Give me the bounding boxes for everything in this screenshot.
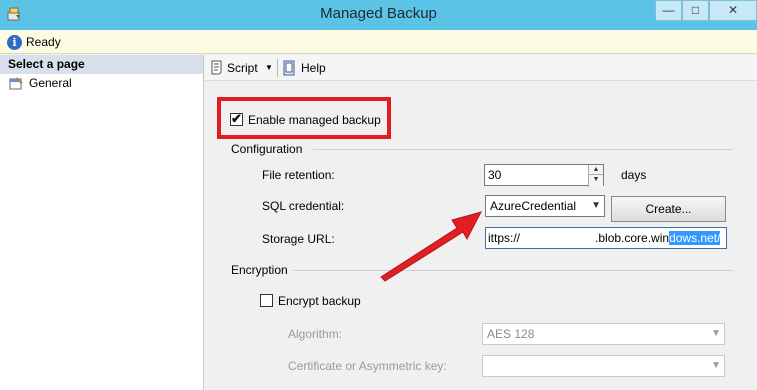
algorithm-value: AES 128	[487, 327, 535, 341]
help-book-icon	[283, 60, 295, 76]
storage-url-middle: .blob.core.win	[595, 231, 670, 245]
chevron-down-icon: ▼	[591, 200, 601, 211]
sql-credential-label: SQL credential:	[262, 199, 345, 213]
page-item-general[interactable]: General	[0, 74, 203, 92]
title-bar: Managed Backup — □ ✕	[0, 0, 757, 30]
toolbar-separator	[277, 59, 278, 77]
script-label: Script	[227, 61, 258, 75]
status-text: Ready	[26, 35, 61, 49]
file-retention-input[interactable]: 30 ▲ ▼	[484, 164, 604, 187]
create-credential-button[interactable]: Create...	[611, 196, 726, 222]
file-retention-unit: days	[621, 168, 647, 182]
certificate-label: Certificate or Asymmetric key:	[288, 359, 447, 373]
enable-managed-backup-checkbox[interactable]: ✔	[230, 111, 243, 126]
storage-url-start: ittps://	[488, 231, 521, 245]
window-title: Managed Backup	[320, 5, 437, 22]
algorithm-select[interactable]: AES 128 ▼	[482, 323, 725, 345]
spin-down-icon[interactable]: ▼	[589, 175, 603, 185]
storage-url-label: Storage URL:	[262, 232, 335, 246]
configuration-divider	[313, 149, 733, 150]
general-page-content: ✔ Enable managed backup Configuration Fi…	[205, 82, 757, 390]
storage-url-selected-text: dows.net/	[669, 231, 721, 245]
chevron-down-icon: ▼	[711, 328, 721, 339]
file-retention-value: 30	[488, 168, 502, 182]
help-button[interactable]: Help	[283, 59, 326, 77]
select-page-header: Select a page	[0, 55, 203, 74]
certificate-select[interactable]: ▼	[482, 355, 725, 377]
close-button[interactable]: ✕	[709, 0, 757, 21]
script-dropdown-icon[interactable]: ▼	[265, 59, 273, 77]
file-retention-spinner[interactable]: ▲ ▼	[588, 165, 603, 187]
sql-credential-value: AzureCredential	[490, 199, 577, 213]
page-selector-pane: Select a page General	[0, 55, 204, 390]
checkmark-icon: ✔	[231, 111, 242, 126]
info-icon: i	[7, 35, 22, 50]
status-bar: i Ready	[0, 30, 757, 54]
script-icon	[211, 60, 222, 75]
script-button[interactable]: Script	[209, 59, 258, 77]
enable-managed-backup-label[interactable]: Enable managed backup	[248, 113, 381, 127]
configuration-group-label: Configuration	[231, 142, 303, 156]
encrypt-backup-label[interactable]: Encrypt backup	[278, 294, 361, 308]
encryption-group-label: Encryption	[231, 263, 288, 277]
encrypt-backup-checkbox[interactable]	[260, 294, 273, 307]
storage-url-input[interactable]: ittps:// .blob.core.windows.net/	[485, 227, 727, 249]
content-scrollbar[interactable]	[745, 82, 757, 390]
page-item-label: General	[29, 76, 72, 90]
chevron-down-icon: ▼	[711, 360, 721, 371]
sql-credential-select[interactable]: AzureCredential ▼	[485, 195, 605, 217]
spin-up-icon[interactable]: ▲	[589, 165, 603, 175]
toolbar: Script ▼ Help	[205, 55, 757, 81]
help-label: Help	[301, 61, 326, 75]
file-retention-label: File retention:	[262, 168, 335, 182]
algorithm-label: Algorithm:	[288, 327, 343, 341]
page-wrench-icon	[9, 77, 23, 90]
maximize-button[interactable]: □	[682, 0, 709, 21]
minimize-button[interactable]: —	[655, 0, 682, 21]
encryption-divider	[293, 270, 733, 271]
